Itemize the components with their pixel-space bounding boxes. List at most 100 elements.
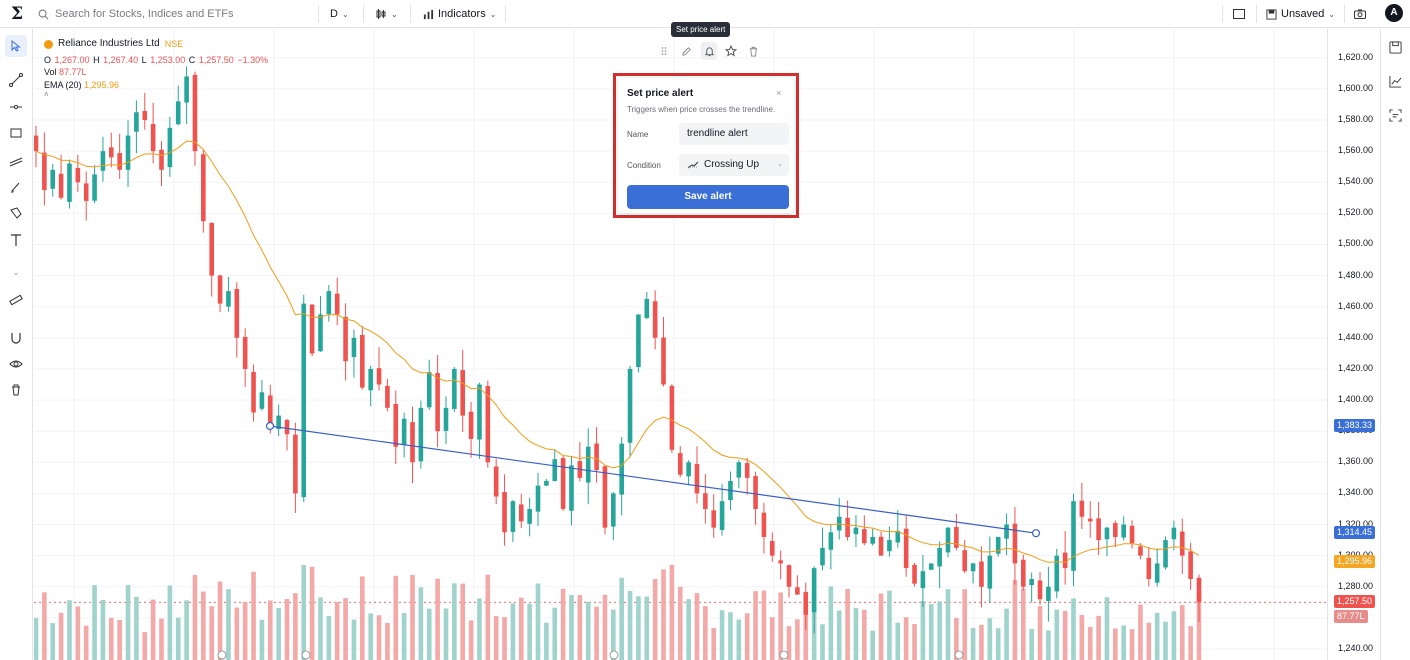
pencil-icon[interactable]: [678, 42, 694, 60]
chart-line-icon[interactable]: [1389, 75, 1402, 93]
candle-body: [870, 536, 875, 544]
volume-bar: [703, 606, 708, 660]
volume-bar: [42, 592, 47, 660]
candle-body: [594, 443, 599, 471]
volume-bar: [912, 624, 917, 660]
price-label: 1,460.00: [1338, 300, 1374, 311]
candle-body: [351, 337, 357, 357]
visibility-toggle[interactable]: [5, 353, 27, 375]
price-label: 1,580.00: [1338, 114, 1374, 124]
chart-type-button[interactable]: ⌄: [375, 4, 398, 24]
candle-body: [619, 443, 624, 495]
candle-body: [644, 298, 650, 319]
text-tool[interactable]: [5, 229, 27, 251]
save-icon[interactable]: [1389, 41, 1402, 59]
condition-label: Condition: [627, 161, 661, 170]
alert-name-input[interactable]: trendline alert: [679, 123, 789, 145]
volume-bar: [962, 589, 968, 660]
volume-bar: [736, 619, 742, 660]
candle-body: [242, 336, 248, 369]
price-scale[interactable]: 1,620.00 1,600.00 1,580.00 1,560.00 1,540.00…: [1327, 29, 1379, 660]
volume-bar: [652, 578, 658, 660]
rectangle-tool[interactable]: [5, 122, 27, 144]
volume-bar: [150, 599, 156, 660]
volume-bar: [1154, 612, 1160, 660]
volume-bar: [719, 610, 725, 660]
chevron-down-icon: ⌄: [12, 267, 20, 277]
volume-bar: [226, 589, 231, 660]
volume-value: 87.77L: [59, 67, 87, 77]
ruler-tool[interactable]: [5, 289, 27, 311]
text-icon: [11, 234, 21, 246]
candle-body: [887, 540, 892, 552]
volume-bar: [393, 575, 399, 660]
horizontal-line-tool[interactable]: [5, 96, 27, 118]
trash-icon[interactable]: [746, 42, 762, 60]
volume-bar: [552, 607, 558, 660]
close-icon[interactable]: ×: [776, 88, 781, 98]
delete-drawings[interactable]: [5, 379, 27, 401]
condition-select[interactable]: Crossing Up ⌄: [679, 154, 789, 176]
volume-bar: [385, 622, 390, 660]
symbol-name[interactable]: Reliance Industries Ltd: [58, 36, 160, 52]
volume-bar: [1146, 622, 1152, 660]
channel-tool[interactable]: [5, 149, 27, 171]
candle-body: [786, 565, 792, 587]
window-icon: [1233, 9, 1245, 19]
volume-bar: [360, 576, 365, 660]
candle-body: [585, 446, 591, 483]
screenshot-button[interactable]: [1354, 4, 1366, 24]
candle-body: [293, 434, 298, 494]
volume-bar: [878, 593, 884, 660]
bell-icon[interactable]: [700, 42, 718, 60]
candle-body: [803, 591, 809, 615]
chevron-down-icon: ⌄: [489, 9, 497, 19]
drag-handle-icon[interactable]: [656, 42, 672, 60]
candle-body: [862, 529, 867, 544]
search-input[interactable]: Search for Stocks, Indices and ETFs: [55, 8, 234, 20]
candle-body: [460, 370, 466, 416]
low-value: 1,253.00: [150, 55, 186, 65]
candle-body: [150, 123, 156, 152]
candle-body: [477, 384, 482, 440]
condition-value: Crossing Up: [704, 159, 760, 170]
candles-icon: [376, 9, 386, 19]
volume-bar: [627, 590, 633, 660]
candle-body: [652, 301, 658, 338]
chevron-down-icon: ⌄: [1328, 9, 1336, 19]
pen-tool[interactable]: [5, 202, 27, 224]
volume-bar: [502, 617, 507, 660]
volume-bar: [560, 588, 566, 660]
volume-bar: [836, 610, 842, 660]
symbol-search[interactable]: Search for Stocks, Indices and ETFs: [38, 4, 234, 24]
volume-bar: [301, 565, 307, 660]
volume-bar: [1113, 628, 1118, 660]
volume-bar: [1138, 604, 1143, 660]
price-label: 1,500.00: [1338, 238, 1374, 249]
volume-bar: [544, 622, 549, 660]
indicators-button[interactable]: Indicators ⌄: [423, 4, 496, 24]
magnet-tool[interactable]: [5, 327, 27, 349]
more-tools[interactable]: ⌄: [5, 261, 27, 283]
app-logo[interactable]: Σ: [6, 3, 28, 25]
layout-button[interactable]: Unsaved ⌄: [1266, 4, 1335, 24]
avatar[interactable]: A: [1385, 4, 1403, 22]
candle-body: [686, 462, 691, 477]
fullscreen-button[interactable]: [1233, 4, 1245, 24]
trendline-tool[interactable]: [5, 69, 27, 91]
volume-bar: [795, 619, 800, 660]
brush-tool[interactable]: [5, 176, 27, 198]
candle-body: [226, 291, 231, 307]
volume-bar: [167, 585, 173, 660]
star-icon[interactable]: [723, 42, 739, 60]
save-alert-button[interactable]: Save alert: [627, 185, 789, 209]
volume-bar: [209, 606, 215, 660]
object-tree-icon[interactable]: [1389, 109, 1402, 127]
candle-body: [703, 493, 708, 509]
interval-button[interactable]: D ⌄: [330, 4, 349, 24]
candle-body: [1179, 531, 1185, 556]
cursor-tool[interactable]: [5, 35, 27, 57]
candle-body: [468, 411, 474, 439]
volume-bar: [276, 608, 281, 660]
candle-body: [669, 385, 675, 450]
